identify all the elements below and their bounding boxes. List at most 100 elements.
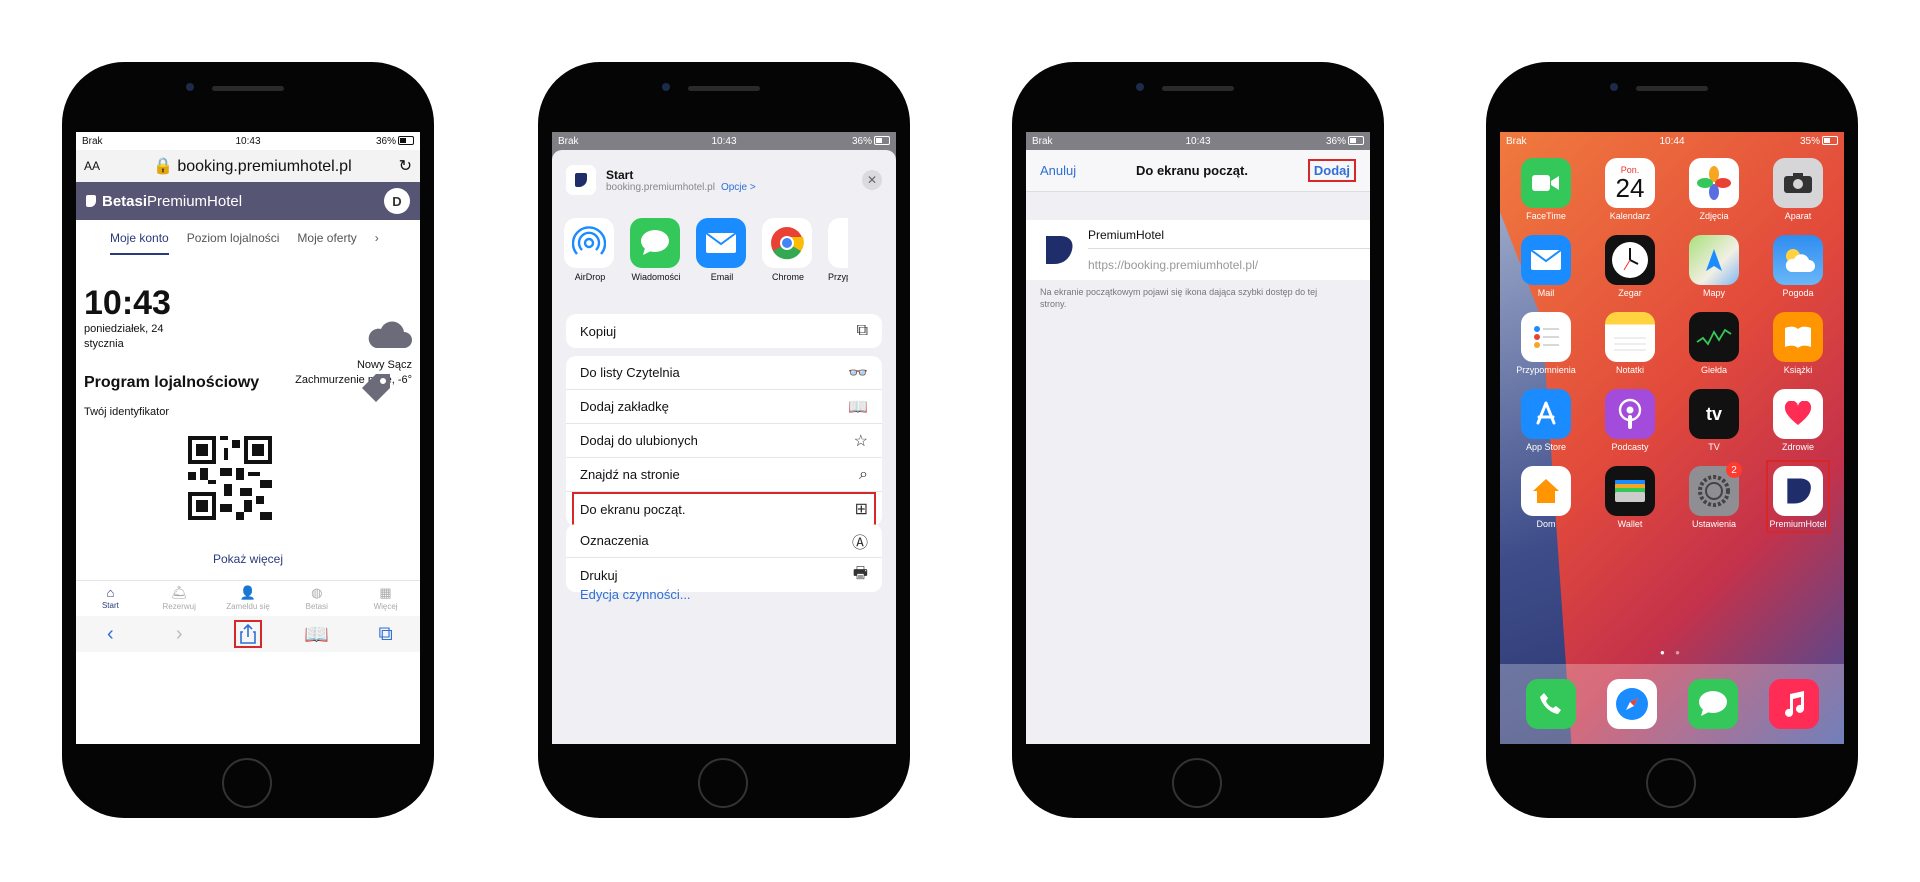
bookmarks-icon[interactable]: 📖 bbox=[303, 620, 331, 648]
tabs-icon[interactable]: ⧉ bbox=[372, 620, 400, 648]
tab-my-account[interactable]: Moje konto bbox=[110, 231, 169, 255]
reload-icon[interactable]: ↻ bbox=[399, 156, 412, 176]
search-icon: ⌕ bbox=[859, 465, 868, 483]
status-time: 10:43 bbox=[1185, 135, 1211, 147]
action-find-on-page[interactable]: Znajdź na stronie ⌕ bbox=[566, 458, 882, 492]
app-chrome[interactable]: Chrome bbox=[762, 218, 814, 282]
battery-icon bbox=[398, 136, 414, 146]
nav-start[interactable]: ⌂ Start bbox=[80, 581, 140, 617]
action-add-to-home-screen[interactable]: Do ekranu począt. ⊞ bbox=[572, 492, 876, 526]
app-photos[interactable]: Zdjęcia bbox=[1682, 158, 1746, 221]
app-airdrop[interactable]: AirDrop bbox=[564, 218, 616, 282]
dialog-nav: Anuluj Do ekranu począt. Dodaj bbox=[1026, 150, 1370, 192]
forward-icon[interactable]: › bbox=[165, 620, 193, 648]
app-books[interactable]: Książki bbox=[1766, 312, 1830, 375]
app-facetime[interactable]: FaceTime bbox=[1514, 158, 1578, 221]
app-settings[interactable]: 2 Ustawienia bbox=[1682, 462, 1746, 533]
edit-actions-link[interactable]: Edycja czynności... bbox=[580, 587, 691, 602]
home-button[interactable] bbox=[698, 758, 748, 808]
heart-icon bbox=[1773, 389, 1823, 439]
app-camera[interactable]: Aparat bbox=[1766, 158, 1830, 221]
show-more-link[interactable]: Pokaż więcej bbox=[76, 552, 420, 566]
app-reminders[interactable]: Przyp bbox=[828, 218, 848, 282]
messages-icon[interactable] bbox=[1687, 679, 1738, 729]
action-add-favorite[interactable]: Dodaj do ulubionych ☆ bbox=[566, 424, 882, 458]
nav-betasi[interactable]: ◍ Betasi bbox=[287, 581, 347, 617]
app-notes[interactable]: Notatki bbox=[1598, 312, 1662, 375]
home-button[interactable] bbox=[1646, 758, 1696, 808]
maps-icon bbox=[1689, 235, 1739, 285]
action-copy[interactable]: Kopiuj ⧉ bbox=[566, 314, 882, 348]
chevron-right-icon[interactable]: › bbox=[375, 231, 379, 245]
app-health[interactable]: Zdrowie bbox=[1766, 389, 1830, 452]
app-clock[interactable]: Zegar bbox=[1598, 235, 1662, 298]
front-camera bbox=[1610, 83, 1618, 91]
cloud-icon bbox=[368, 321, 412, 348]
loyalty-title: Program lojalnościowy bbox=[84, 374, 260, 391]
date: poniedziałek, 24 stycznia bbox=[84, 323, 164, 350]
screen: Brak 10:43 36% AA 🔒 booking.premiumhotel… bbox=[76, 132, 420, 744]
app-calendar[interactable]: Pon. 24 Kalendarz bbox=[1598, 158, 1662, 221]
dialog-title: Do ekranu począt. bbox=[1136, 163, 1248, 178]
messages-icon bbox=[630, 218, 680, 268]
chrome-icon bbox=[762, 218, 812, 268]
weather-text: Zachmurzenie małe, -6° bbox=[295, 374, 412, 386]
app-premiumhotel[interactable]: PremiumHotel bbox=[1766, 460, 1830, 533]
text-size-button[interactable]: AA bbox=[84, 159, 106, 173]
earpiece bbox=[212, 86, 284, 91]
actions-group-copy: Kopiuj ⧉ bbox=[566, 314, 882, 348]
screen: Brak 10:43 36% Start booking.premiumhote… bbox=[552, 132, 896, 744]
close-icon[interactable]: ✕ bbox=[862, 170, 882, 190]
clock: 10:43 bbox=[84, 284, 171, 322]
nav-checkin[interactable]: 👤 Zameldu się bbox=[218, 581, 278, 617]
cancel-button[interactable]: Anuluj bbox=[1040, 163, 1076, 178]
status-time: 10:43 bbox=[711, 135, 737, 147]
share-icon[interactable] bbox=[233, 620, 262, 648]
app-email[interactable]: Email bbox=[696, 218, 748, 282]
shortcut-name-field[interactable]: PremiumHotel bbox=[1088, 228, 1164, 242]
app-stocks[interactable]: Giełda bbox=[1682, 312, 1746, 375]
app-weather[interactable]: Pogoda bbox=[1766, 235, 1830, 298]
podcasts-icon bbox=[1605, 389, 1655, 439]
reminders-icon bbox=[1521, 312, 1571, 362]
app-podcasts[interactable]: Podcasty bbox=[1598, 389, 1662, 452]
address-bar[interactable]: AA 🔒 booking.premiumhotel.pl ↻ bbox=[76, 150, 420, 182]
app-reminders[interactable]: Przypomnienia bbox=[1514, 312, 1578, 375]
printer-icon: 🖶 bbox=[852, 564, 868, 582]
url-field[interactable]: 🔒 booking.premiumhotel.pl bbox=[106, 156, 399, 176]
nav-more[interactable]: ▦ Więcej bbox=[356, 581, 416, 617]
phone-icon[interactable] bbox=[1525, 679, 1576, 729]
brand-rest: PremiumHotel bbox=[147, 192, 243, 210]
app-mail[interactable]: Mail bbox=[1514, 235, 1578, 298]
app-maps[interactable]: Mapy bbox=[1682, 235, 1746, 298]
share-url: booking.premiumhotel.pl Opcje > bbox=[606, 181, 756, 193]
back-icon[interactable]: ‹ bbox=[96, 620, 124, 648]
app-home[interactable]: Dom bbox=[1514, 466, 1578, 533]
tab-loyalty-level[interactable]: Poziom lojalności bbox=[187, 231, 280, 245]
home-button[interactable] bbox=[1172, 758, 1222, 808]
phone-home-screen: Brak 10:44 35% FaceTime Pon. 24 Kalendarz … bbox=[1486, 62, 1858, 818]
app-tv[interactable]: tv TV bbox=[1682, 389, 1746, 452]
action-reading-list[interactable]: Do listy Czytelnia 👓 bbox=[566, 356, 882, 390]
nav-book[interactable]: 🛎 Rezerwuj bbox=[149, 581, 209, 617]
add-button[interactable]: Dodaj bbox=[1307, 159, 1356, 182]
safari-icon[interactable] bbox=[1606, 679, 1657, 729]
identifier-label: Twój identyfikator bbox=[84, 406, 169, 418]
app-wallet[interactable]: Wallet bbox=[1598, 466, 1662, 533]
tab-my-offers[interactable]: Moje oferty bbox=[297, 231, 356, 245]
options-link[interactable]: Opcje > bbox=[721, 182, 756, 193]
app-app-store[interactable]: App Store bbox=[1514, 389, 1578, 452]
action-markup[interactable]: Oznaczenia Ⓐ bbox=[566, 524, 882, 558]
action-add-bookmark[interactable]: Dodaj zakładkę 📖 bbox=[566, 390, 882, 424]
app-store-icon bbox=[1521, 389, 1571, 439]
music-icon[interactable] bbox=[1768, 679, 1819, 729]
home-button[interactable] bbox=[222, 758, 272, 808]
premiumhotel-logo-icon bbox=[1040, 232, 1076, 268]
avatar[interactable]: D bbox=[384, 188, 410, 214]
app-messages[interactable]: Wiadomości bbox=[630, 218, 682, 282]
phone-add-to-home: Brak 10:43 36% Anuluj Do ekranu począt. … bbox=[1012, 62, 1384, 818]
house-icon bbox=[1521, 466, 1571, 516]
mail-icon bbox=[696, 218, 746, 268]
account-tabs: Moje konto Poziom lojalności Moje oferty… bbox=[76, 220, 420, 256]
bell-icon: 🛎 bbox=[170, 585, 188, 600]
